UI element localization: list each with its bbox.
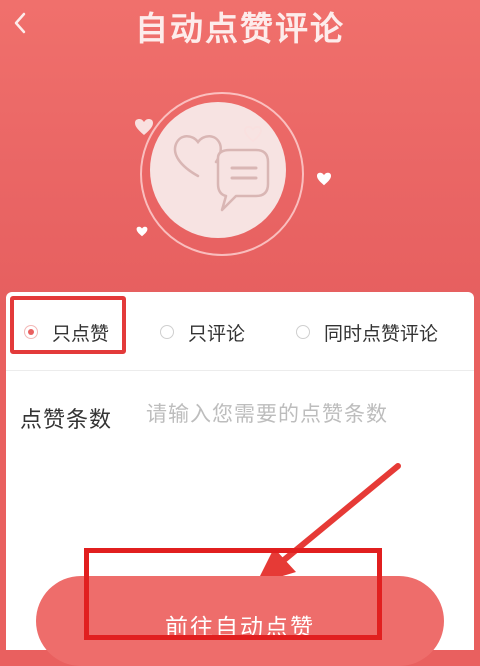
heart-icon	[136, 226, 148, 237]
option-label: 同时点赞评论	[324, 322, 439, 345]
heart-icon	[244, 126, 262, 142]
header: 自动点赞评论	[0, 0, 480, 310]
chat-hearts-icon	[173, 135, 270, 212]
radio-button[interactable]	[296, 325, 310, 339]
mode-options: 只点赞 只评论 同时点赞评论	[6, 292, 474, 371]
heart-icon	[317, 172, 331, 186]
option-label: 只评论	[188, 322, 246, 345]
option-like-and-comment[interactable]: 同时点赞评论	[296, 316, 438, 348]
heart-icon	[135, 119, 153, 135]
highlight-box	[84, 548, 382, 640]
option-comment-only[interactable]: 只评论	[160, 316, 245, 348]
highlight-box	[10, 296, 126, 354]
radio-button[interactable]	[160, 325, 174, 339]
like-count-input[interactable]	[146, 396, 456, 432]
like-count-label: 点赞条数	[20, 408, 113, 433]
page-title: 自动点赞评论	[135, 9, 345, 48]
